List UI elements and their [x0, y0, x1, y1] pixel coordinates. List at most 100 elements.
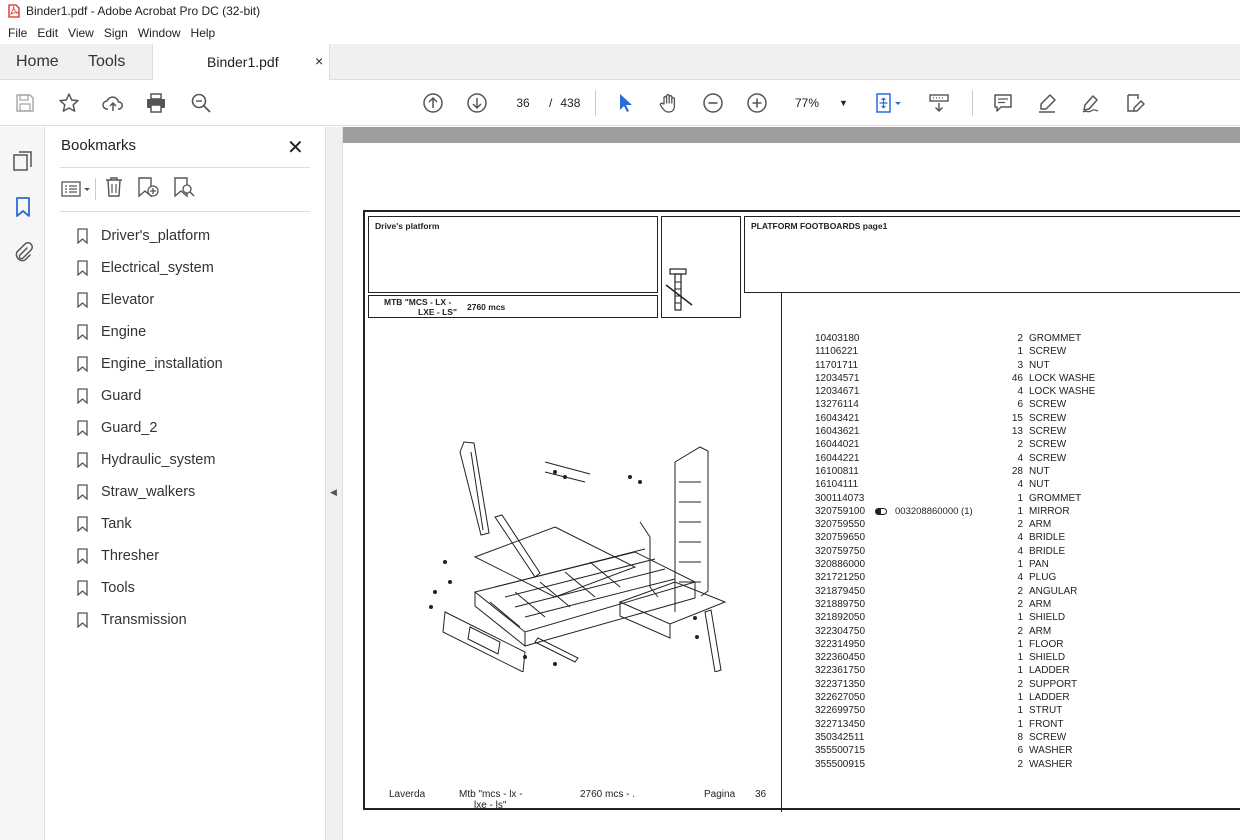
part-row: 321892050 1 SHIELD [815, 612, 1066, 624]
part-row: 16104111 4 NUT [815, 479, 1050, 491]
tab-document[interactable]: Binder1.pdf × [152, 44, 330, 81]
part-row: 320759550 2 ARM [815, 519, 1052, 531]
part-row: 322699750 1 STRUT [815, 705, 1063, 717]
page-down-icon[interactable] [465, 91, 489, 115]
part-row: 322627050 1 LADDER [815, 692, 1070, 704]
part-row: 16044021 2 SCREW [815, 439, 1067, 451]
bookmark-icon [77, 484, 88, 500]
zoom-in-icon[interactable] [745, 91, 769, 115]
exchange-part-icon [875, 508, 887, 515]
bookmark-transmission[interactable]: Transmission [77, 604, 223, 636]
footer-code: 2760 mcs - . [580, 789, 636, 800]
pages-thumbnails-icon[interactable] [11, 149, 35, 173]
bookmark-options-icon[interactable] [61, 178, 91, 200]
bookmark-search-icon[interactable] [172, 176, 196, 203]
save-icon[interactable] [13, 91, 37, 115]
fill-sign-icon[interactable] [1123, 91, 1147, 115]
platform-symbol-icon [665, 268, 693, 311]
tab-tools[interactable]: Tools [88, 53, 125, 71]
zoom-dropdown[interactable]: 77% ▼ [783, 91, 851, 115]
bookmark-elevator[interactable]: Elevator [77, 284, 223, 316]
footer-model1: Mtb "mcs - lx - [459, 789, 523, 800]
part-row: 16044221 4 SCREW [815, 452, 1067, 464]
page-number-input[interactable]: 36 [505, 91, 541, 115]
bookmark-engine-installation[interactable]: Engine_installation [77, 348, 223, 380]
group-title: Drive's platform [375, 221, 440, 231]
print-icon[interactable] [144, 91, 168, 115]
highlight-pen-icon[interactable] [1035, 91, 1059, 115]
menu-bar: File Edit View Sign Window Help [0, 22, 1240, 44]
bookmark-guard[interactable]: Guard [77, 380, 223, 412]
main-toolbar: 36 / 438 77% ▼ [0, 80, 1240, 126]
zoom-search-icon[interactable] [189, 91, 213, 115]
model-box: MTB "MCS - LX - LXE - LS" 2760 mcs [368, 295, 658, 318]
bookmarks-list: Driver's_platform Electrical_system Elev… [77, 220, 223, 636]
part-row: 300114073 1 GROMMET [815, 492, 1082, 504]
page-up-icon[interactable] [421, 91, 445, 115]
bookmark-thresher[interactable]: Thresher [77, 540, 223, 572]
menu-view[interactable]: View [68, 26, 94, 40]
bookmark-icon [77, 356, 88, 372]
close-tab-icon[interactable]: × [315, 53, 323, 69]
menu-window[interactable]: Window [138, 26, 181, 40]
bookmark-tools[interactable]: Tools [77, 572, 223, 604]
part-row: 322360450 1 SHIELD [815, 652, 1066, 664]
bookmark-label: Thresher [101, 548, 160, 564]
footer-brand: Laverda [389, 789, 426, 800]
panel-collapse-handle[interactable]: ◀ [325, 127, 343, 840]
star-icon[interactable] [57, 91, 81, 115]
part-row: 322314950 1 FLOOR [815, 638, 1064, 650]
page-gap [343, 127, 1240, 143]
bookmark-icon [77, 292, 88, 308]
part-row: 11106221 1 SCREW [815, 346, 1067, 358]
pdf-page: Drive's platform MTB "MCS - LX - LXE - L… [363, 210, 1240, 812]
bookmark-label: Tools [101, 580, 135, 596]
zoom-out-icon[interactable] [701, 91, 725, 115]
bookmark-electrical-system[interactable]: Electrical_system [77, 252, 223, 284]
part-row: 320886000 1 PAN [815, 559, 1049, 571]
menu-help[interactable]: Help [191, 26, 216, 40]
document-viewer[interactable]: Drive's platform MTB "MCS - LX - LXE - L… [343, 127, 1240, 840]
tab-home[interactable]: Home [16, 53, 59, 71]
bookmarks-header: Bookmarks [61, 137, 137, 154]
part-row: 11701711 3 NUT [815, 359, 1050, 371]
bookmark-straw-walkers[interactable]: Straw_walkers [77, 476, 223, 508]
bookmark-icon [77, 548, 88, 564]
part-row: 16043621 13 SCREW [815, 426, 1067, 438]
bookmark-label: Driver's_platform [101, 228, 211, 244]
bookmark-hydraulic-system[interactable]: Hydraulic_system [77, 444, 223, 476]
bookmark-tank[interactable]: Tank [77, 508, 223, 540]
new-bookmark-icon[interactable] [136, 176, 160, 203]
attachments-paperclip-icon[interactable] [11, 241, 35, 265]
bookmark-drivers-platform[interactable]: Driver's_platform [77, 220, 223, 252]
part-row: 350342511 8 SCREW [815, 731, 1067, 743]
model-line2: LXE - LS" [418, 307, 457, 317]
bookmark-engine[interactable]: Engine [77, 316, 223, 348]
fit-page-icon[interactable] [871, 91, 905, 115]
menu-edit[interactable]: Edit [37, 26, 58, 40]
part-row: 12034571 46 LOCK WASHE [815, 372, 1096, 384]
bookmark-label: Engine [101, 324, 147, 340]
scroll-mode-icon[interactable] [927, 91, 951, 115]
part-row: 355500915 2 WASHER [815, 758, 1073, 770]
section-title: PLATFORM FOOTBOARDS page1 [751, 221, 888, 231]
model-code: 2760 mcs [467, 302, 506, 312]
menu-file[interactable]: File [8, 26, 27, 40]
delete-bookmark-icon[interactable] [104, 176, 124, 203]
bookmark-icon [77, 612, 88, 628]
bookmarks-panel-icon[interactable] [11, 195, 35, 219]
tab-bar: Home Tools Binder1.pdf × [0, 44, 1240, 81]
select-cursor-icon[interactable] [613, 91, 637, 115]
close-panel-icon[interactable]: ✕ [287, 135, 304, 160]
collapse-arrow-icon: ◀ [330, 487, 337, 497]
model-line1: MTB "MCS - LX - [384, 297, 452, 307]
part-row: 16043421 15 SCREW [815, 412, 1067, 424]
bookmark-guard-2[interactable]: Guard_2 [77, 412, 223, 444]
exploded-parts-diagram [429, 441, 727, 672]
cloud-upload-icon[interactable] [101, 91, 125, 115]
comment-icon[interactable] [991, 91, 1015, 115]
part-row: 13276114 6 SCREW [815, 399, 1067, 411]
menu-sign[interactable]: Sign [104, 26, 128, 40]
hand-tool-icon[interactable] [657, 91, 681, 115]
draw-pencil-icon[interactable] [1079, 91, 1103, 115]
